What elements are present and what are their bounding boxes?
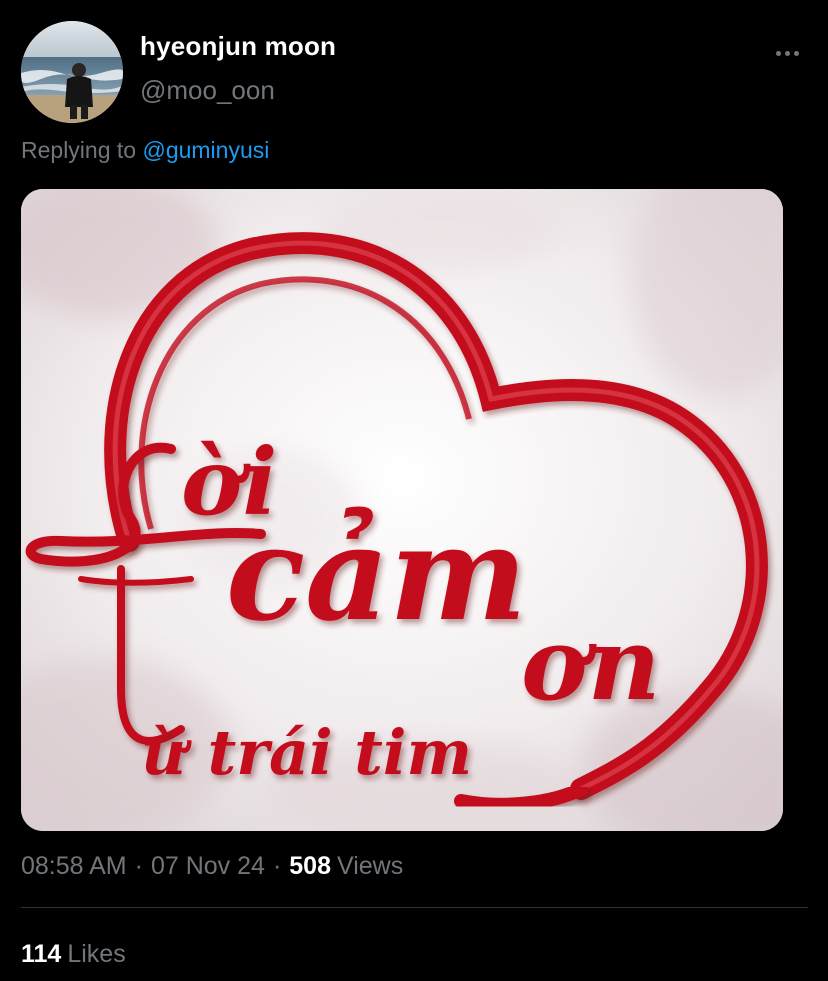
tweet-meta: 08:58 AM · 07 Nov 24 · 508 Views: [21, 852, 403, 881]
avatar[interactable]: [21, 21, 123, 123]
separator: ·: [134, 852, 143, 880]
heart-greeting-image: ời cảm ơn ừ trái tim: [21, 189, 783, 831]
image-text-line2: cảm: [226, 497, 527, 650]
tweet-date[interactable]: 07 Nov 24: [151, 852, 265, 880]
image-text-line4: ừ trái tim: [141, 716, 472, 789]
likes-count: 114: [21, 940, 62, 968]
likes-label: Likes: [67, 940, 126, 968]
reply-mention-link[interactable]: @guminyusi: [142, 137, 269, 163]
divider: [21, 907, 808, 908]
likes-stat[interactable]: 114 Likes: [21, 940, 126, 969]
more-horizontal-icon[interactable]: [764, 38, 810, 68]
views-count: 508: [289, 852, 331, 880]
dot: [775, 50, 781, 56]
dot: [793, 50, 799, 56]
replying-prefix: Replying to: [21, 137, 137, 163]
author-handle[interactable]: @moo_oon: [140, 75, 275, 106]
avatar-photo: [21, 21, 123, 123]
image-text-line3: ơn: [521, 605, 660, 723]
tweet-time[interactable]: 08:58 AM: [21, 852, 127, 880]
views-label: Views: [336, 852, 404, 880]
author-display-name[interactable]: hyeonjun moon: [140, 31, 336, 62]
replying-to: Replying to @guminyusi: [21, 137, 269, 164]
separator: ·: [272, 852, 282, 880]
dot: [784, 50, 790, 56]
tweet-media-image[interactable]: ời cảm ơn ừ trái tim: [21, 189, 783, 831]
